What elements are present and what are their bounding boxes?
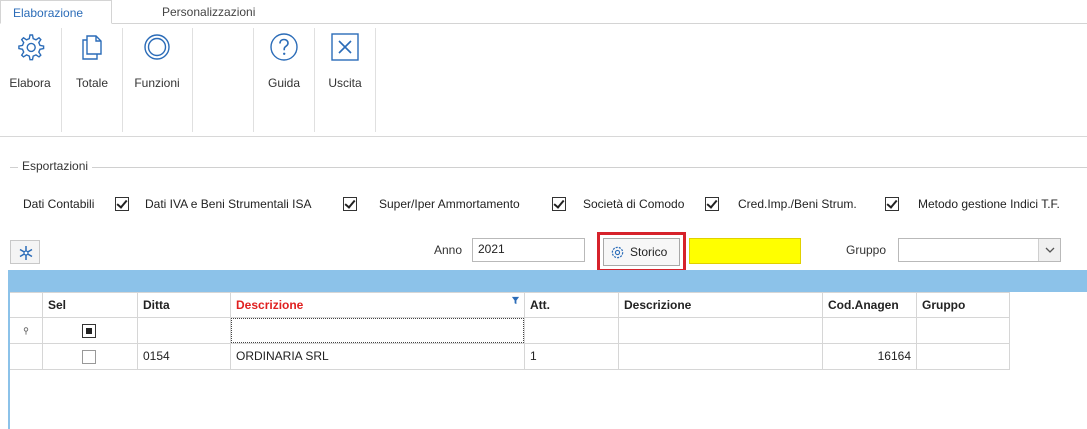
super-iper-checkbox[interactable] — [552, 197, 566, 211]
column-header-cod-anagen[interactable]: Cod.Anagen — [823, 292, 917, 318]
cell-descrizione[interactable]: ORDINARIA SRL — [231, 344, 525, 370]
dati-iva-checkbox[interactable] — [343, 197, 357, 211]
ribbon: Elabora Totale Funzioni Guida Uscita — [0, 24, 1087, 137]
super-iper-label: Super/Iper Ammortamento — [379, 197, 520, 211]
grid-group-panel — [10, 270, 1087, 292]
gruppo-label: Gruppo — [846, 243, 887, 257]
group-border — [10, 167, 1087, 168]
guida-button[interactable]: Guida — [254, 24, 314, 132]
filter-focus-box — [231, 318, 524, 343]
close-box-icon — [331, 33, 359, 61]
cred-imp-label: Cred.Imp./Beni Strum. — [738, 197, 857, 211]
column-header-descrizione-label: Descrizione — [236, 298, 304, 312]
totale-button[interactable]: Totale — [62, 24, 122, 132]
tab-personalizzazioni[interactable]: Personalizzazioni — [150, 0, 267, 24]
storico-value-field[interactable] — [689, 238, 801, 264]
documents-icon — [82, 35, 102, 60]
column-header-sel[interactable]: Sel — [43, 292, 138, 318]
filter-cell-att[interactable] — [525, 318, 619, 344]
ring-icon — [144, 34, 170, 60]
gear-icon — [18, 34, 45, 61]
dati-contabili-label: Dati Contabili — [23, 197, 95, 211]
gear-icon — [611, 246, 624, 259]
gruppo-select[interactable] — [898, 238, 1061, 262]
funzioni-label: Funzioni — [134, 76, 180, 90]
column-header-descrizione-att[interactable]: Descrizione — [619, 292, 823, 318]
storico-button[interactable]: Storico — [603, 238, 680, 266]
column-header-gruppo[interactable]: Gruppo — [917, 292, 1010, 318]
elabora-label: Elabora — [9, 76, 51, 90]
filter-cell-ditta[interactable] — [138, 318, 231, 344]
anno-input[interactable]: 2021 — [472, 238, 585, 262]
storico-label: Storico — [630, 245, 668, 259]
filter-row-icon — [23, 327, 29, 335]
uscita-label: Uscita — [328, 76, 362, 90]
uscita-button[interactable]: Uscita — [315, 24, 375, 132]
dati-iva-label: Dati IVA e Beni Strumentali ISA — [145, 197, 312, 211]
snowflake-icon — [19, 246, 33, 260]
chevron-down-icon — [1045, 247, 1055, 253]
cell-cod-anagen[interactable]: 16164 — [823, 344, 917, 370]
column-header-att[interactable]: Att. — [525, 292, 619, 318]
tab-elaborazione[interactable]: Elaborazione — [0, 0, 112, 24]
filter-cell-cod-anagen[interactable] — [823, 318, 917, 344]
filter-cell-descrizione-att[interactable] — [619, 318, 823, 344]
esportazioni-title: Esportazioni — [18, 159, 93, 173]
filter-cell-descrizione[interactable] — [231, 318, 525, 344]
options-button[interactable] — [10, 240, 40, 264]
column-header-ditta[interactable]: Ditta — [138, 292, 231, 318]
guida-label: Guida — [267, 76, 301, 90]
dati-contabili-checkbox[interactable] — [115, 197, 129, 211]
metodo-indici-label: Metodo gestione Indici T.F. — [918, 197, 1060, 211]
help-icon — [270, 33, 298, 61]
cell-sel[interactable] — [43, 344, 138, 370]
elabora-button[interactable]: Elabora — [0, 24, 60, 132]
societa-comodo-label: Società di Comodo — [583, 197, 685, 211]
totale-label: Totale — [75, 76, 109, 90]
cell-ditta[interactable]: 0154 — [138, 344, 231, 370]
cell-gruppo[interactable] — [917, 344, 1010, 370]
filter-sel-checkbox[interactable] — [82, 324, 96, 338]
row-indicator — [10, 344, 43, 370]
filter-row-indicator — [10, 318, 43, 344]
anno-label: Anno — [434, 243, 463, 257]
ribbon-tabs: Elaborazione Personalizzazioni — [0, 0, 1087, 24]
societa-comodo-checkbox[interactable] — [705, 197, 719, 211]
separator — [375, 28, 376, 132]
funzioni-button[interactable]: Funzioni — [123, 24, 191, 132]
row-sel-checkbox[interactable] — [82, 350, 96, 364]
column-header-descrizione[interactable]: Descrizione — [231, 292, 525, 318]
row-indicator-header — [10, 292, 43, 318]
filter-icon[interactable] — [511, 296, 520, 305]
filter-cell-gruppo[interactable] — [917, 318, 1010, 344]
gruppo-dropdown-button[interactable] — [1038, 239, 1060, 261]
filter-cell-sel[interactable] — [43, 318, 138, 344]
cell-att[interactable]: 1 — [525, 344, 619, 370]
cell-descrizione-att[interactable] — [619, 344, 823, 370]
cred-imp-checkbox[interactable] — [885, 197, 899, 211]
separator — [192, 28, 193, 132]
